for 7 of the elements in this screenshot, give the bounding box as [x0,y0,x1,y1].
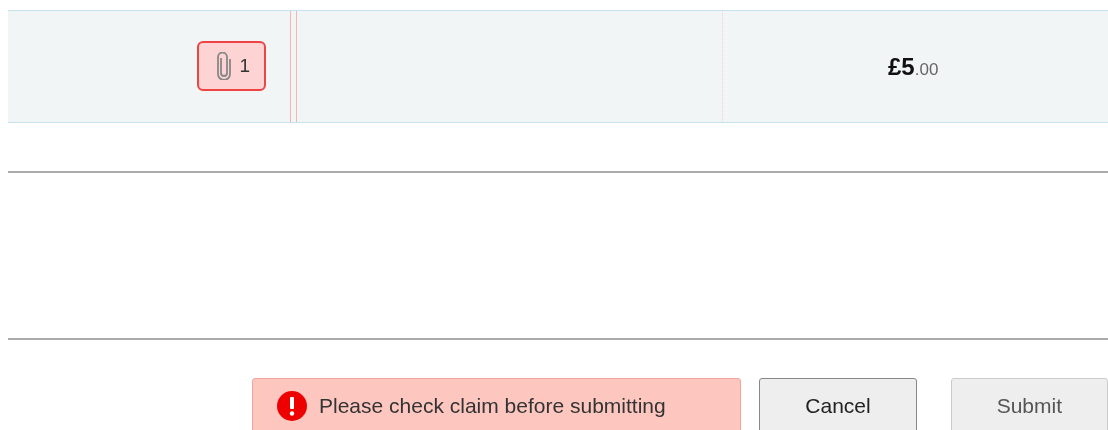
alert-icon [277,391,307,421]
amount-text: £5.00 [888,52,939,81]
cancel-button[interactable]: Cancel [759,378,917,430]
attachment-badge[interactable]: 1 [197,40,266,91]
paperclip-icon [217,51,232,80]
warning-text: Please check claim before submitting [319,394,666,418]
attachment-count: 1 [239,54,250,77]
